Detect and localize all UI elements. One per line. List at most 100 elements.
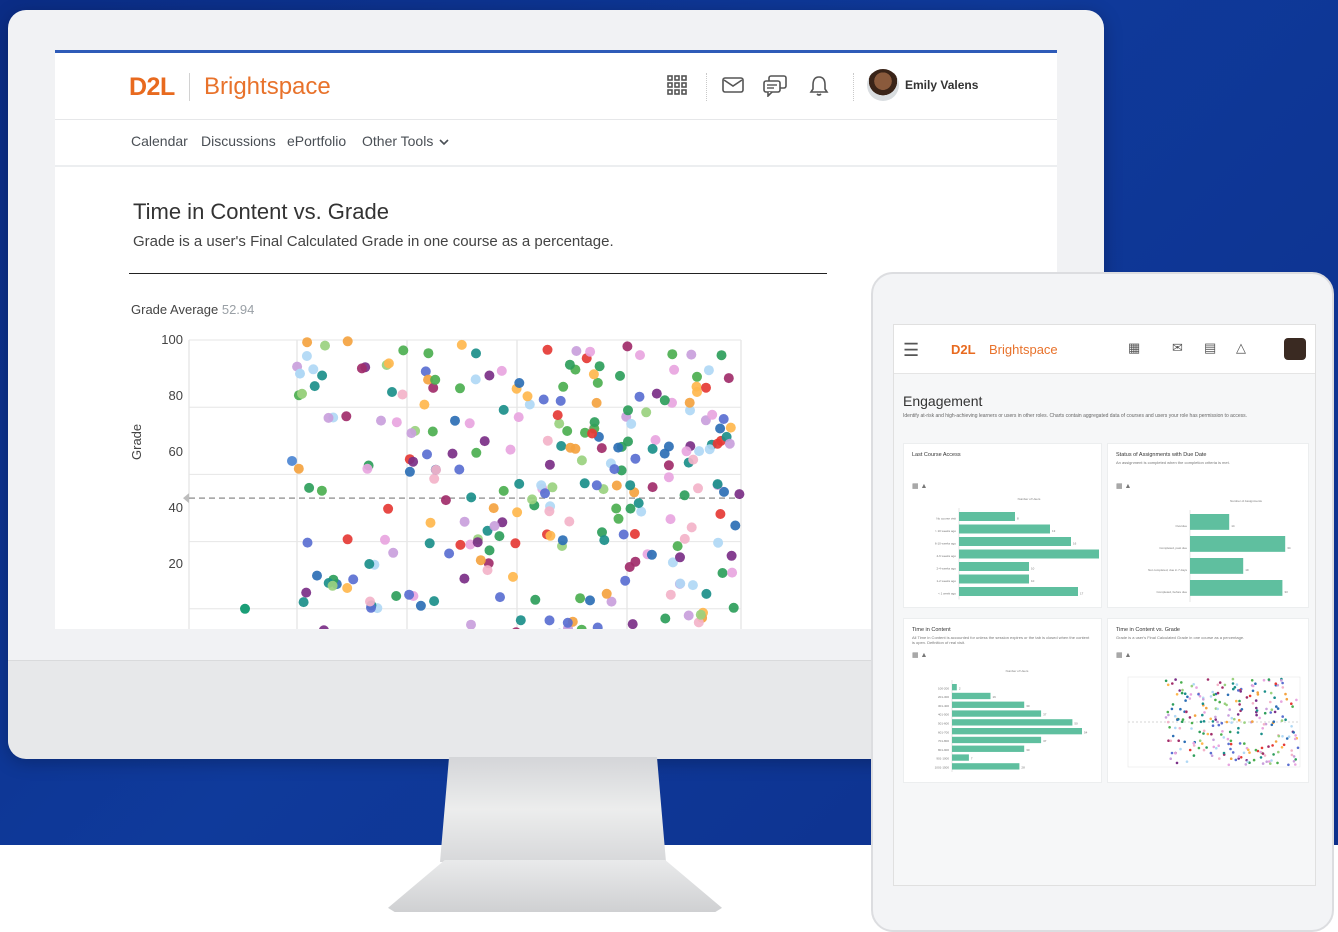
category-label: 201-300 [938, 695, 949, 699]
data-point [1223, 683, 1227, 687]
data-point [530, 594, 541, 605]
data-point [383, 503, 394, 514]
data-point [1206, 732, 1210, 736]
data-point [320, 340, 330, 351]
data-point [1290, 749, 1293, 752]
data-point [1237, 689, 1240, 692]
data-point [635, 350, 645, 361]
data-point [634, 391, 645, 402]
value-label: 10 [1031, 579, 1035, 583]
data-point [1277, 750, 1280, 754]
tablet-brand-mark[interactable]: D2L [951, 342, 976, 357]
data-point [1221, 730, 1224, 733]
data-point [293, 463, 304, 474]
data-point [297, 388, 307, 399]
data-point [1218, 681, 1222, 684]
data-point [1267, 760, 1271, 763]
data-point [1281, 681, 1284, 685]
data-point [693, 483, 703, 494]
data-point [1188, 697, 1192, 700]
data-point [470, 374, 481, 385]
chat-icon[interactable]: ▤ [1204, 340, 1216, 356]
category-label: 1001-1500 [935, 765, 950, 769]
data-point [1174, 752, 1177, 755]
data-point [1269, 711, 1272, 714]
data-point [406, 428, 417, 439]
data-point [1287, 735, 1291, 738]
data-point [1263, 754, 1267, 757]
bar [952, 754, 969, 761]
data-point [464, 418, 475, 429]
data-point [302, 337, 313, 348]
category-label: 100-200 [938, 686, 949, 690]
card-assignment-status[interactable]: Status of Assignments with Due Date An a… [1107, 443, 1309, 608]
data-point [429, 596, 440, 607]
data-point [675, 578, 686, 589]
tablet-brand-name[interactable]: Brightspace [989, 342, 1058, 357]
data-point [1261, 727, 1264, 730]
bar-chart-time-in-content: 100-200 2 201-300 16 301-400 30 401-500 37 501-6… [935, 669, 1088, 772]
data-point [686, 522, 697, 533]
data-point [450, 415, 460, 426]
mail-icon[interactable]: ✉ [1172, 340, 1183, 356]
bar [1190, 580, 1283, 596]
data-point [1198, 695, 1202, 698]
data-point [1166, 710, 1170, 714]
data-point [718, 414, 729, 424]
data-point [1265, 707, 1268, 711]
bell-icon[interactable]: △ [1236, 340, 1246, 356]
data-point [512, 627, 520, 629]
data-point [391, 591, 402, 601]
data-point [510, 538, 521, 549]
card-time-vs-grade[interactable]: Time in Content vs. Grade Grade is a use… [1107, 618, 1309, 783]
apps-grid-icon[interactable]: ▦ [1128, 340, 1140, 356]
avatar[interactable] [1284, 338, 1306, 360]
data-point [647, 482, 658, 493]
data-point [1295, 698, 1298, 702]
data-point [679, 533, 690, 544]
category-label: 901-1000 [936, 757, 949, 761]
data-point [650, 435, 661, 445]
data-point [1188, 748, 1192, 752]
data-point [317, 370, 328, 381]
value-label: 7 [971, 757, 973, 761]
data-point [397, 389, 408, 400]
data-point [1170, 751, 1174, 755]
data-point [587, 428, 598, 439]
data-point [1164, 679, 1168, 683]
data-point [1242, 751, 1246, 755]
data-point [1189, 693, 1193, 696]
data-point [1237, 755, 1241, 758]
data-point [630, 556, 641, 567]
data-point [1166, 720, 1170, 724]
data-point [1281, 735, 1284, 738]
data-point [342, 534, 353, 545]
data-point [1225, 720, 1229, 724]
data-point [425, 517, 436, 528]
data-point [1235, 683, 1239, 686]
data-point [1229, 742, 1233, 746]
data-point [1254, 699, 1258, 702]
data-point [1254, 682, 1257, 685]
card-time-in-content[interactable]: Time in Content All Time in Content is a… [903, 618, 1102, 783]
data-point [1226, 737, 1230, 741]
data-point [1259, 756, 1263, 759]
value-label: 28 [1021, 765, 1025, 769]
card-last-course-access[interactable]: Last Course Access ▦ ▲ No course visit 8 >… [903, 443, 1102, 608]
data-point [459, 516, 470, 527]
data-point [1218, 757, 1221, 760]
data-point [570, 443, 581, 454]
data-point [1209, 717, 1212, 721]
hamburger-menu-icon[interactable]: ☰ [903, 340, 919, 361]
data-point [1274, 740, 1278, 743]
data-point [319, 625, 329, 629]
data-point [1262, 678, 1266, 682]
value-label: 17 [1080, 592, 1084, 596]
data-point [1280, 700, 1283, 703]
data-point [1229, 739, 1233, 743]
value-label: 30 [1026, 748, 1030, 752]
data-point [588, 369, 599, 380]
data-point [391, 417, 402, 428]
bar-chart-assignment-status: Overdue 14 Completed, past due 34 Not comple… [1148, 499, 1291, 602]
data-point [1267, 745, 1270, 748]
